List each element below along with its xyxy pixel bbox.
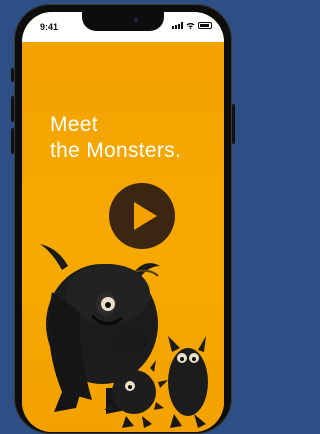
hero-headline: Meet the Monsters. <box>50 112 181 164</box>
headline-line-1: Meet <box>50 113 98 136</box>
power-button <box>232 104 235 144</box>
volume-up-button <box>11 96 14 122</box>
phone-frame: 9:41 Meet the Monsters. <box>11 4 235 434</box>
status-bar: 9:41 <box>22 12 224 42</box>
monsters-illustration <box>40 244 208 428</box>
phone-screen: 9:41 Meet the Monsters. <box>22 12 224 432</box>
status-icons <box>172 22 212 29</box>
volume-down-button <box>11 128 14 154</box>
camera-dot <box>134 18 138 22</box>
small-monster <box>168 336 208 428</box>
notch <box>82 12 164 31</box>
status-time: 9:41 <box>40 22 59 32</box>
mute-switch <box>11 68 14 82</box>
headline-line-2: the Monsters. <box>50 139 182 162</box>
battery-icon <box>198 22 212 29</box>
wifi-icon <box>186 22 195 29</box>
signal-icon <box>172 22 183 29</box>
